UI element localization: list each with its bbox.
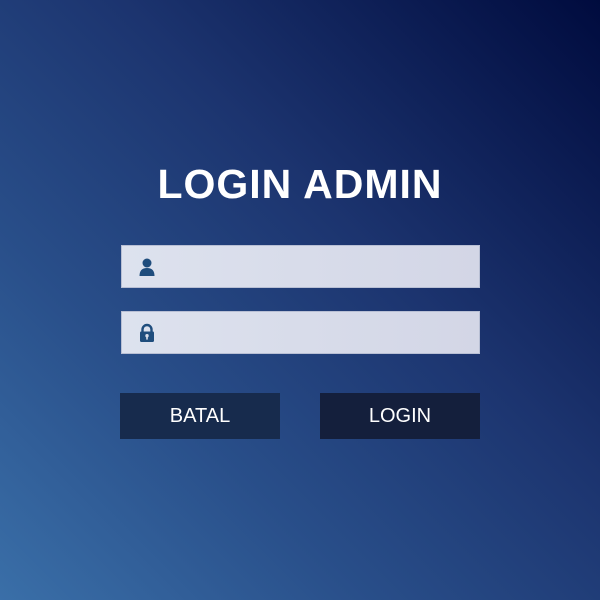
lock-icon	[137, 323, 157, 343]
username-input[interactable]	[166, 246, 471, 287]
user-icon	[137, 257, 157, 277]
page-title: LOGIN ADMIN	[157, 161, 443, 207]
username-field[interactable]	[121, 245, 480, 288]
password-input[interactable]	[166, 312, 471, 353]
login-button[interactable]: LOGIN	[320, 393, 480, 439]
cancel-button[interactable]: BATAL	[120, 393, 280, 439]
password-field[interactable]	[121, 311, 480, 354]
